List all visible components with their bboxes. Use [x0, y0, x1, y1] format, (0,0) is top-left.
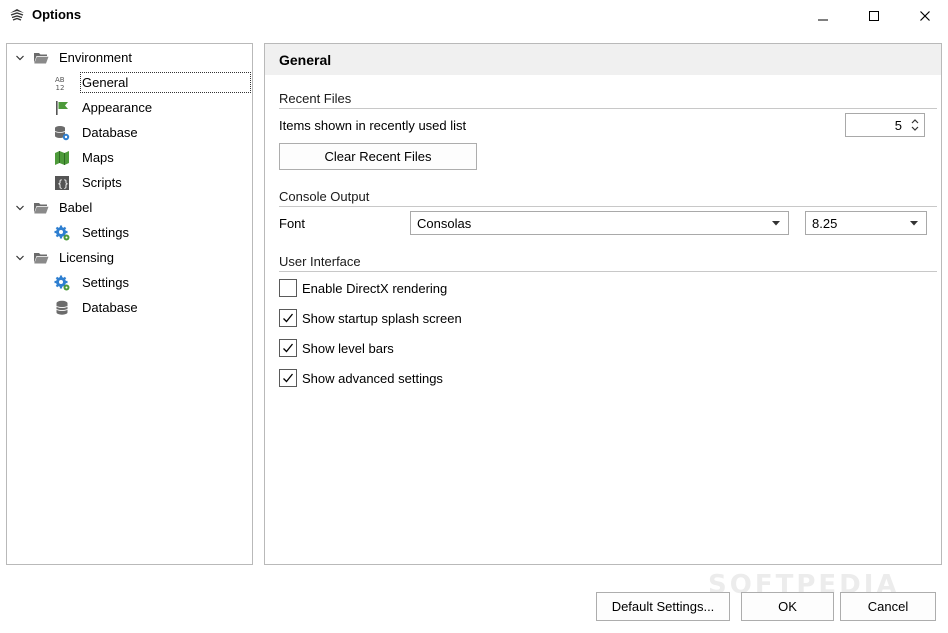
- maximize-button[interactable]: [851, 0, 897, 32]
- chevron-down-icon[interactable]: [15, 53, 25, 63]
- folder-open-icon: [33, 250, 49, 266]
- checkmark-icon: [283, 343, 294, 353]
- advanced-settings-checkbox-row[interactable]: Show advanced settings: [279, 367, 443, 389]
- checkmark-icon: [283, 313, 294, 323]
- section-divider: [279, 206, 937, 207]
- map-icon: [54, 150, 70, 166]
- chevron-down-icon[interactable]: [15, 203, 25, 213]
- font-select-value: Consolas: [417, 216, 472, 231]
- close-button[interactable]: [902, 0, 948, 32]
- checkmark-icon: [283, 373, 294, 383]
- tree-item-scripts[interactable]: {} Scripts: [7, 172, 250, 194]
- app-icon: [9, 8, 25, 22]
- tree-item-label: Settings: [82, 225, 129, 240]
- tree-group-label: Babel: [59, 200, 93, 215]
- default-settings-button[interactable]: Default Settings...: [596, 592, 730, 621]
- font-size-select[interactable]: 8.25: [805, 211, 927, 235]
- chevron-down-icon[interactable]: [15, 253, 25, 263]
- recent-items-spinner[interactable]: 5: [845, 113, 925, 137]
- ok-button[interactable]: OK: [741, 592, 834, 621]
- tree-item-general[interactable]: AB 12 General: [7, 72, 250, 94]
- window-title: Options: [32, 7, 82, 22]
- tree-group-babel[interactable]: Babel: [7, 197, 250, 219]
- recent-items-value[interactable]: 5: [895, 118, 902, 133]
- section-user-interface: User Interface: [279, 254, 361, 269]
- database-gear-icon: [54, 125, 70, 141]
- tree-item-appearance[interactable]: Appearance: [7, 97, 250, 119]
- recent-items-label: Items shown in recently used list: [279, 118, 467, 133]
- section-divider: [279, 108, 937, 109]
- tree-item-licensing-database[interactable]: Database: [7, 297, 250, 319]
- tree-item-label: Database: [82, 300, 138, 315]
- section-recent-files: Recent Files: [279, 91, 352, 106]
- flag-icon: [54, 100, 70, 116]
- tree-item-label: General: [82, 75, 129, 90]
- checkbox-label: Show startup splash screen: [302, 310, 462, 326]
- title-bar: Options: [0, 0, 948, 32]
- splash-screen-checkbox[interactable]: [279, 309, 297, 327]
- checkbox-label: Show advanced settings: [302, 370, 443, 386]
- tree-item-label: Maps: [82, 150, 114, 165]
- level-bars-checkbox[interactable]: [279, 339, 297, 357]
- tree-group-environment[interactable]: Environment: [7, 47, 250, 69]
- dropdown-arrow-icon: [772, 221, 780, 226]
- splash-screen-checkbox-row[interactable]: Show startup splash screen: [279, 307, 462, 329]
- close-icon: [920, 11, 930, 21]
- panel-title: General: [279, 52, 332, 68]
- script-icon: {}: [54, 175, 70, 191]
- enable-directx-checkbox-row[interactable]: Enable DirectX rendering: [279, 277, 447, 299]
- tree-item-maps[interactable]: Maps: [7, 147, 250, 169]
- tree-group-label: Environment: [59, 50, 132, 65]
- tree-item-label: Settings: [82, 275, 129, 290]
- section-console-output: Console Output: [279, 189, 370, 204]
- tree-item-licensing-settings[interactable]: Settings: [7, 272, 250, 294]
- folder-open-icon: [33, 50, 49, 66]
- database-icon: [54, 300, 70, 316]
- panel-header: General: [265, 44, 941, 75]
- svg-text:AB: AB: [55, 76, 65, 84]
- font-label: Font: [279, 216, 306, 231]
- tree-item-label: Scripts: [82, 175, 122, 190]
- tree-item-label: Appearance: [82, 100, 153, 115]
- svg-text:{}: {}: [57, 179, 69, 190]
- spinner-arrows-icon[interactable]: [909, 116, 921, 134]
- tree-item-babel-settings[interactable]: Settings: [7, 222, 250, 244]
- clear-recent-files-button[interactable]: Clear Recent Files: [279, 143, 477, 170]
- font-size-value: 8.25: [812, 216, 838, 231]
- tree-group-licensing[interactable]: Licensing: [7, 247, 250, 269]
- svg-text:12: 12: [56, 84, 65, 91]
- checkbox-label: Enable DirectX rendering: [302, 280, 448, 296]
- ab12-icon: AB 12: [54, 75, 70, 91]
- gear-icon: [54, 275, 70, 291]
- section-divider: [279, 271, 937, 272]
- minimize-icon: [818, 19, 828, 21]
- dropdown-arrow-icon: [910, 221, 918, 226]
- tree-item-database[interactable]: Database: [7, 122, 250, 144]
- tree-item-label: Database: [82, 125, 138, 140]
- font-select[interactable]: Consolas: [410, 211, 789, 235]
- level-bars-checkbox-row[interactable]: Show level bars: [279, 337, 394, 359]
- minimize-button[interactable]: [800, 0, 846, 32]
- enable-directx-checkbox[interactable]: [279, 279, 297, 297]
- cancel-button[interactable]: Cancel: [840, 592, 936, 621]
- tree-group-label: Licensing: [59, 250, 114, 265]
- gear-icon: [54, 225, 70, 241]
- advanced-settings-checkbox[interactable]: [279, 369, 297, 387]
- options-tree[interactable]: Environment AB 12 General Appearance Data…: [6, 43, 253, 565]
- maximize-icon: [869, 11, 879, 21]
- settings-panel: General Recent Files Items shown in rece…: [264, 43, 942, 565]
- checkbox-label: Show level bars: [302, 340, 394, 356]
- folder-open-icon: [33, 200, 49, 216]
